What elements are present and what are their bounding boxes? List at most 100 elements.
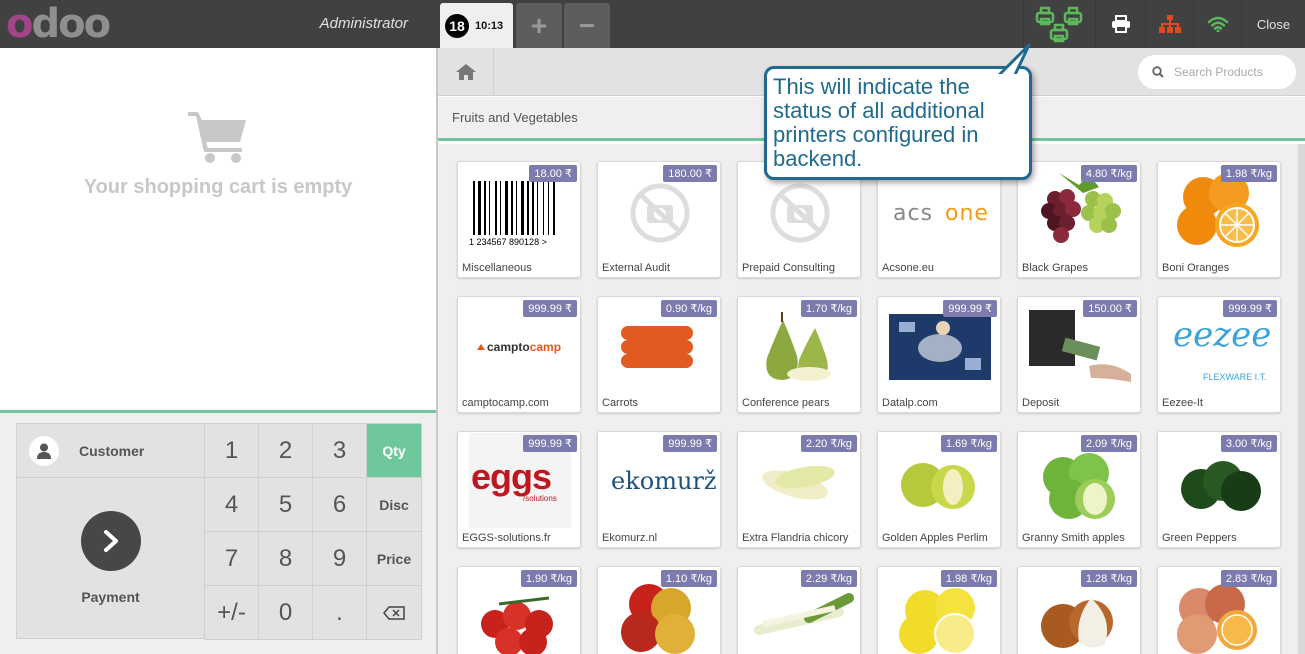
backspace-button[interactable] [367,586,422,640]
search-placeholder: Search Products [1174,65,1263,79]
payment-label: Payment [81,589,140,605]
numpad-key-5[interactable]: 5 [259,478,313,532]
user-name[interactable]: Administrator [260,0,438,48]
printer-icon [1111,15,1130,33]
search-icon [1152,66,1164,78]
product-price-tag: 1.69 ₹/kg [940,435,997,452]
product-name: Datalp.com [882,397,938,409]
customer-label: Customer [79,442,145,459]
product-card[interactable]: 1.28 ₹/kg [1017,566,1141,654]
scrollbar[interactable] [1298,144,1305,654]
customer-button[interactable]: Customer [17,424,204,478]
product-card[interactable]: 1.98 ₹/kg Boni Oranges [1157,161,1281,278]
product-name: Conference pears [742,397,830,409]
printers-status-icon [1035,6,1082,43]
numpad-key-4[interactable]: 4 [205,478,259,532]
product-card[interactable]: 2.29 ₹/kg [737,566,861,654]
product-price-tag: 1.28 ₹/kg [1080,570,1137,587]
product-card[interactable]: 1.98 ₹/kg [877,566,1001,654]
product-name: Acsone.eu [882,262,934,274]
product-price-tag: 999.99 ₹ [523,435,577,452]
product-card[interactable]: 0.90 ₹/kg Carrots [597,296,721,413]
action-pad: Customer Payment [16,423,205,639]
product-card[interactable]: 150.00 ₹ Deposit [1017,296,1141,413]
sitemap-icon [1158,15,1181,33]
close-button[interactable]: Close [1241,0,1305,48]
svg-text:acs: acs [893,201,933,226]
product-card[interactable]: 1.90 ₹/kg [457,566,581,654]
order-tab[interactable]: 18 10:13 [440,3,513,48]
search-products-input[interactable]: Search Products [1138,55,1296,89]
product-list: 1 234567 890128 > 18.00 ₹ Miscellaneous 180… [438,144,1305,654]
chevron-right-icon [80,511,141,571]
numpad-key-8[interactable]: 8 [259,532,313,586]
product-price-tag: 0.90 ₹/kg [660,300,717,317]
svg-text:ekomurž: ekomurž [611,467,717,495]
product-card[interactable]: camptocamp 999.99 ₹ camptocamp.com [457,296,581,413]
numpad-key-9[interactable]: 9 [313,532,367,586]
svg-text:FLEXWARE I.T.: FLEXWARE I.T. [1203,372,1267,382]
sync-status-button[interactable] [1145,0,1193,48]
disc-mode-button[interactable]: Disc [367,478,422,532]
home-category-button[interactable] [438,48,494,96]
product-card[interactable]: 4.80 ₹/kg Black Grapes [1017,161,1141,278]
product-name: Eezee-It [1162,397,1203,409]
product-price-tag: 1.98 ₹/kg [940,570,997,587]
numpad-key-dot[interactable]: . [313,586,367,640]
numpad-key-3[interactable]: 3 [313,424,367,478]
numpad-key-0[interactable]: 0 [259,586,313,640]
shopping-cart-icon [188,112,246,163]
print-button[interactable] [1095,0,1145,48]
wifi-icon [1207,16,1228,32]
product-price-tag: 999.99 ₹ [663,435,717,452]
numpad-key-2[interactable]: 2 [259,424,313,478]
remove-order-button[interactable]: − [564,3,610,48]
product-card[interactable]: 1.69 ₹/kg Golden Apples Perlim [877,431,1001,548]
product-name: Black Grapes [1022,262,1089,274]
product-card[interactable]: eggs/solutions 999.99 ₹ EGGS-solutions.fr [457,431,581,548]
product-card[interactable]: 1.10 ₹/kg [597,566,721,654]
user-icon [29,435,59,466]
product-price-tag: 999.99 ₹ [943,300,997,317]
product-name: Miscellaneous [462,262,532,274]
product-card[interactable]: eezee FLEXWARE I.T. 999.99 ₹ Eezee-It [1157,296,1281,413]
empty-cart-message: Your shopping cart is empty [83,176,353,198]
product-card[interactable]: 2.20 ₹/kg Extra Flandria chicory [737,431,861,548]
callout-pointer [995,43,1031,81]
product-card[interactable]: 1 234567 890128 > 18.00 ₹ Miscellaneous [457,161,581,278]
product-card[interactable]: ekomurž 999.99 ₹ Ekomurz.nl [597,431,721,548]
product-price-tag: 2.83 ₹/kg [1220,570,1277,587]
product-name: Deposit [1022,397,1060,409]
product-name: Golden Apples Perlim [882,532,988,544]
numpad-key-plus-minus[interactable]: +/- [205,586,259,640]
svg-text:/solutions: /solutions [523,494,557,503]
numpad-key-1[interactable]: 1 [205,424,259,478]
product-card[interactable]: 180.00 ₹ External Audit [597,161,721,278]
svg-text:eggs: eggs [471,456,551,497]
product-name: Green Peppers [1162,532,1237,544]
add-order-button[interactable]: + [516,3,562,48]
home-icon [455,64,476,80]
product-card[interactable]: 3.00 ₹/kg Green Peppers [1157,431,1281,548]
annotation-callout: This will indicate the status of all add… [764,43,1032,180]
payment-button[interactable]: Payment [17,478,204,638]
product-card[interactable]: 2.09 ₹/kg Granny Smith apples [1017,431,1141,548]
product-price-tag: 3.00 ₹/kg [1220,435,1277,452]
svg-text:one: one [945,201,989,226]
price-mode-button[interactable]: Price [367,532,422,586]
top-bar: o doo Administrator 18 10:13 + − Close [0,0,1305,48]
product-price-tag: 1.90 ₹/kg [520,570,577,587]
numpad-key-6[interactable]: 6 [313,478,367,532]
qty-mode-button[interactable]: Qty [367,424,422,478]
product-name: Ekomurz.nl [602,532,658,544]
product-price-tag: 180.00 ₹ [663,165,717,182]
numpad-key-7[interactable]: 7 [205,532,259,586]
order-pane: Your shopping cart is empty Customer Pay… [0,48,438,654]
order-time: 10:13 [475,19,504,32]
product-card[interactable]: 1.70 ₹/kg Conference pears [737,296,861,413]
product-card[interactable]: 2.83 ₹/kg [1157,566,1281,654]
connection-status-button[interactable] [1193,0,1241,48]
product-card[interactable]: 999.99 ₹ Datalp.com [877,296,1001,413]
product-name: Carrots [602,397,639,409]
product-price-tag: 999.99 ₹ [1223,300,1277,317]
